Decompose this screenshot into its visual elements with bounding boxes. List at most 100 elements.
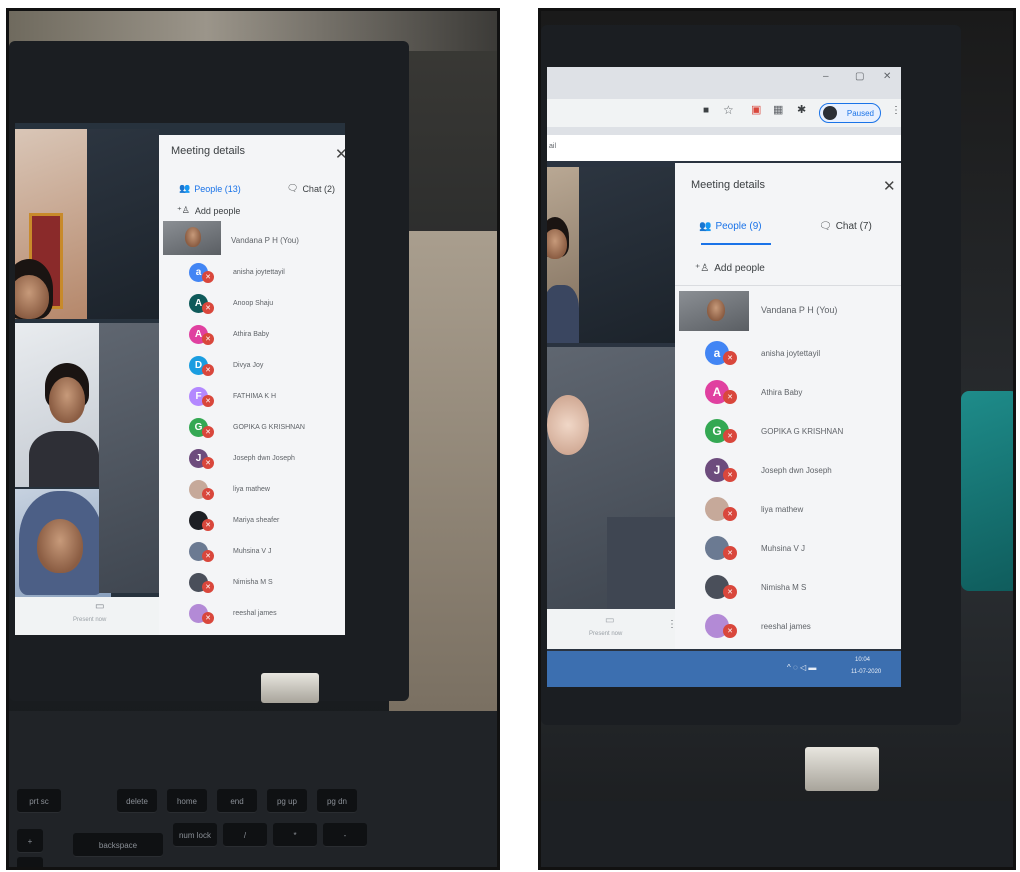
participant-name: reeshal james (761, 622, 811, 631)
keyboard-key[interactable]: num lock (173, 823, 217, 847)
keyboard-key[interactable]: - (323, 823, 367, 847)
close-icon[interactable]: ✕ (883, 71, 891, 82)
video-tile (15, 489, 111, 597)
mic-muted-icon: ✕ (202, 270, 214, 283)
keyboard-key[interactable]: * (273, 823, 317, 847)
present-button[interactable]: Present now (589, 631, 622, 637)
participant-name: GOPIKA G KRISHNAN (761, 427, 844, 436)
star-icon[interactable]: ☆ (723, 103, 734, 117)
bottom-toolbar: ▭ Present now ⋮ (15, 597, 175, 635)
mic-muted-icon: ✕ (202, 363, 214, 376)
participant-name: Joseph dwn Joseph (761, 466, 832, 475)
meeting-details-panel: Meeting details ✕ 👥 People (9) 🗨 Chat (7) … (675, 163, 901, 649)
keyboard-key[interactable]: pg dn (317, 789, 357, 813)
present-icon[interactable]: ▭ (95, 601, 104, 612)
close-icon[interactable]: ✕ (335, 145, 345, 163)
mic-muted-icon: ✕ (202, 332, 214, 345)
mic-muted-icon: ✕ (202, 301, 214, 314)
chat-icon: 🗨 (287, 183, 299, 193)
self-video-thumbnail (163, 221, 221, 255)
bottom-toolbar: ▭ Present now ⋮ (547, 609, 677, 649)
people-icon: 👥 (699, 221, 712, 232)
add-person-icon: ⁺♙ (695, 263, 710, 274)
mic-muted-icon: ✕ (202, 456, 214, 469)
restore-icon[interactable]: ▢ (855, 71, 864, 82)
kebab-menu-icon[interactable]: ⋮ (891, 105, 901, 116)
participant-name: anisha joytettayil (233, 269, 285, 276)
panel-title: Meeting details (691, 179, 765, 191)
laptop-keyboard: prt sc delete home end pg up pg dn backspace nu… (9, 711, 497, 867)
person-clothing (29, 431, 99, 487)
participant-name: liya mathew (761, 505, 804, 514)
video-tile (547, 167, 579, 343)
mic-muted-icon: ✕ (202, 580, 214, 593)
participant-name: Anoop Shaju (233, 300, 274, 307)
add-people-button[interactable]: ⁺♙ Add people (177, 205, 240, 216)
keyboard-key[interactable]: = (17, 857, 43, 867)
mic-muted-icon: ✕ (723, 507, 737, 521)
tray-icons[interactable]: ^ ◌ ◁ ▬ (787, 663, 816, 672)
puzzle-icon[interactable]: ✱ (797, 103, 806, 116)
mic-muted-icon: ✕ (723, 390, 737, 404)
present-icon[interactable]: ▭ (605, 615, 614, 626)
profile-icon (823, 106, 837, 120)
self-video-thumbnail (679, 291, 749, 331)
keyboard-key[interactable]: backspace (73, 833, 163, 857)
bookmarks-bar: ail (547, 135, 901, 161)
meeting-details-panel: Meeting details ✕ 👥People (13) 🗨Chat (2)… (159, 135, 345, 635)
tab-people[interactable]: 👥 People (9) (699, 221, 762, 232)
grid-extension-icon[interactable]: ▦ (773, 103, 783, 116)
participant-name: GOPIKA G KRISHNAN (233, 424, 305, 431)
mic-muted-icon: ✕ (723, 468, 737, 482)
keyboard-key[interactable]: home (167, 789, 207, 813)
participant-name: Nimisha M S (761, 583, 807, 592)
tab-chat-label: Chat (7) (835, 221, 872, 232)
tab-active-indicator (701, 243, 771, 245)
person-clothing (547, 285, 579, 343)
mic-muted-icon: ✕ (202, 394, 214, 407)
add-people-label: Add people (194, 205, 241, 216)
mic-muted-icon: ✕ (723, 546, 737, 560)
mic-muted-icon: ✕ (723, 585, 737, 599)
add-people-label: Add people (714, 263, 765, 274)
paused-label: Paused (846, 108, 874, 118)
keyboard-key[interactable]: pg up (267, 789, 307, 813)
add-people-button[interactable]: ⁺♙ Add people (695, 263, 765, 274)
tab-people[interactable]: 👥 People (13) (179, 183, 241, 194)
self-participant-name: Vandana P H (You) (231, 236, 299, 245)
video-tile (547, 347, 675, 609)
panel-title: Meeting details (171, 145, 245, 157)
tab-chat[interactable]: 🗨 Chat (2) (287, 183, 335, 194)
left-photo: ▭ Present now ⋮ Meeting details ✕ 👥Peopl… (6, 8, 500, 870)
participant-name: Athira Baby (761, 388, 803, 397)
keyboard-key[interactable]: / (223, 823, 267, 847)
video-tile-empty (87, 129, 159, 319)
close-icon[interactable]: ✕ (883, 177, 896, 195)
extension-icon[interactable]: ▣ (751, 103, 761, 116)
keyboard-key[interactable]: end (217, 789, 257, 813)
video-tile-empty (607, 517, 675, 609)
self-participant-name: Vandana P H (You) (761, 305, 838, 315)
people-icon: 👥 (179, 183, 191, 193)
minimize-icon[interactable]: – (823, 71, 829, 82)
laptop-hinge (805, 747, 879, 791)
present-button[interactable]: Present now (73, 617, 106, 623)
participant-name: Mariya sheafer (233, 517, 280, 524)
keyboard-key[interactable]: prt sc (17, 789, 61, 813)
keyboard-key[interactable]: + (17, 829, 43, 853)
add-person-icon: ⁺♙ (177, 205, 190, 215)
camera-icon[interactable]: ■ (703, 105, 709, 116)
laptop-base (541, 801, 1013, 867)
baby-avatar (547, 395, 589, 455)
windows-taskbar: ^ ◌ ◁ ▬ 10:04 11-07-2020 (547, 651, 901, 687)
video-tile-empty (579, 167, 675, 343)
keyboard-key[interactable]: delete (117, 789, 157, 813)
participant-name: Joseph dwn Joseph (233, 455, 295, 462)
mic-muted-icon: ✕ (723, 429, 737, 443)
self-face (707, 299, 725, 321)
mic-muted-icon: ✕ (202, 549, 214, 562)
profile-paused-button[interactable]: Paused (819, 103, 881, 123)
tab-chat[interactable]: 🗨 Chat (7) (819, 221, 872, 232)
participant-name: reeshal james (233, 610, 277, 617)
person-face (15, 275, 49, 319)
